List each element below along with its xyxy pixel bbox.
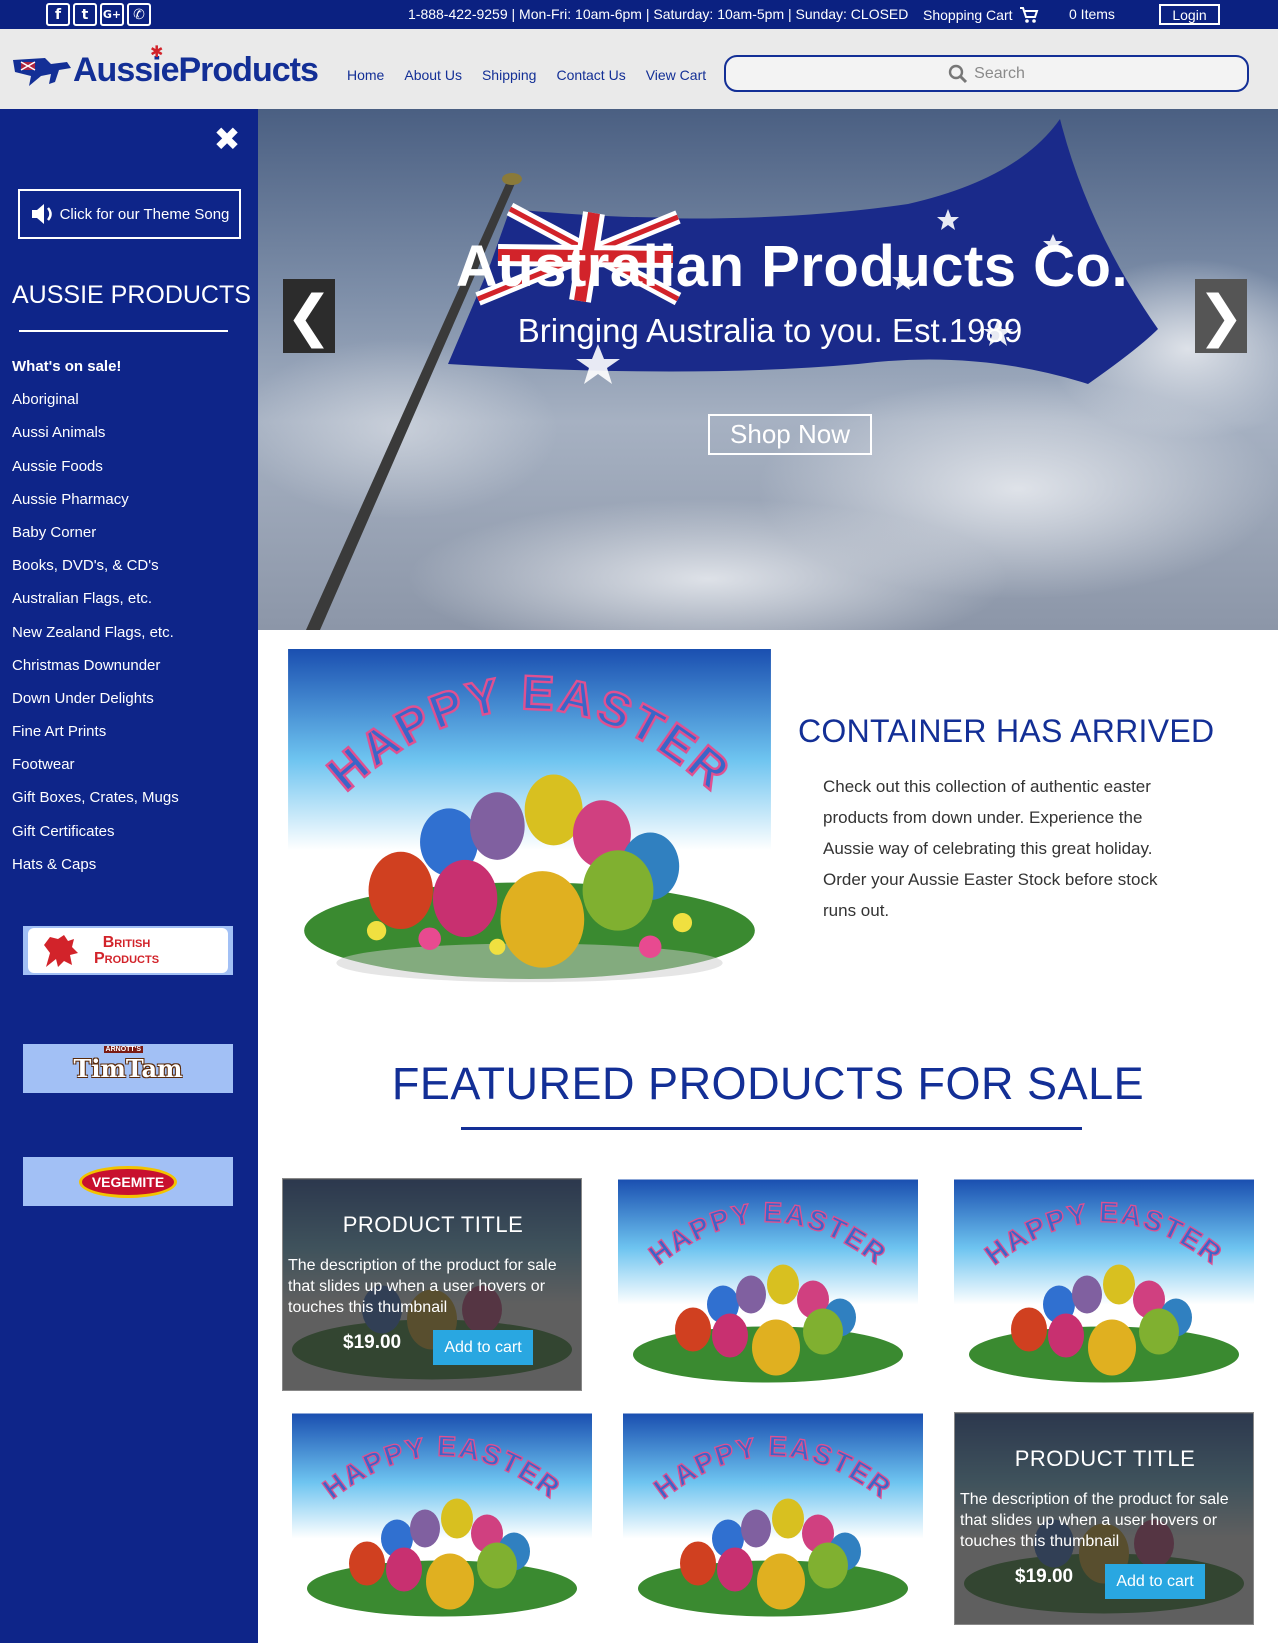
kangaroo-flag-icon	[13, 57, 71, 86]
product-price: $19.00	[1015, 1566, 1074, 1587]
container-text: Check out this collection of authentic e…	[823, 777, 1158, 920]
logo[interactable]: AussieProducts ✱	[11, 44, 319, 90]
contact-info: 1-888-422-9259 | Mon-Fri: 10am-6pm | Sat…	[408, 6, 909, 22]
main-nav: Home About Us Shipping Contact Us View C…	[347, 67, 726, 83]
product-title: PRODUCT TITLE	[342, 1212, 524, 1237]
twitter-icon[interactable]: t	[73, 3, 97, 26]
product-card[interactable]: PRODUCT TITLE The description of the pro…	[954, 1412, 1254, 1625]
sidebar-title: AUSSIE PRODUCTS	[12, 281, 251, 309]
featured-title: FEATURED PRODUCTS FOR SALE	[391, 1058, 1145, 1109]
sidebar-item-gift-boxes[interactable]: Gift Boxes, Crates, Mugs	[12, 790, 179, 823]
google-plus-icon[interactable]: G+	[100, 3, 124, 26]
sidebar-item-christmas[interactable]: Christmas Downunder	[12, 657, 179, 691]
sidebar-item-au-flags[interactable]: Australian Flags, etc.	[12, 591, 179, 624]
hero-subtitle: Bringing Australia to you. Est.1989	[517, 312, 1023, 349]
search-icon	[948, 64, 968, 83]
search-placeholder: Search	[974, 64, 1025, 82]
login-button[interactable]: Login	[1159, 4, 1220, 25]
logo-text: AussieProducts	[73, 51, 319, 89]
sidebar-item-nz-flags[interactable]: New Zealand Flags, etc.	[12, 624, 179, 658]
product-overlay: PRODUCT TITLE The description of the pro…	[282, 1178, 582, 1391]
timtam-banner[interactable]: ARNOTT'S TimTam	[23, 1044, 233, 1093]
nav-home[interactable]: Home	[347, 67, 384, 83]
shopping-cart-label: Shopping Cart	[923, 7, 1013, 23]
british-products-text: British Products	[94, 933, 160, 967]
sidebar-item-on-sale[interactable]: What's on sale!	[12, 358, 179, 392]
close-icon[interactable]: ✖	[211, 123, 243, 155]
sidebar-item-delights[interactable]: Down Under Delights	[12, 690, 179, 724]
cart-icon	[1019, 7, 1038, 23]
lion-icon	[44, 934, 78, 967]
top-bar: f t G+ ✆ 1-888-422-9259 | Mon-Fri: 10am-…	[0, 0, 1278, 29]
product-card[interactable]: HAPPY EASTER	[618, 1178, 918, 1391]
facebook-icon[interactable]: f	[46, 3, 70, 26]
header: AussieProducts ✱ Home About Us Shipping …	[0, 29, 1278, 109]
product-card[interactable]: HAPPY EASTER	[292, 1412, 592, 1625]
category-menu: What's on sale! Aboriginal Aussi Animals…	[12, 358, 179, 890]
product-title: PRODUCT TITLE	[1014, 1446, 1196, 1471]
vegemite-banner[interactable]: VEGEMITE	[23, 1157, 233, 1206]
speaker-icon	[31, 204, 52, 224]
sidebar-item-hats[interactable]: Hats & Caps	[12, 856, 179, 890]
product-thumbnail: HAPPY EASTER	[954, 1179, 1254, 1390]
sidebar-item-animals[interactable]: Aussi Animals	[12, 425, 179, 458]
product-thumbnail: HAPPY EASTER	[292, 1413, 592, 1624]
sidebar-item-aboriginal[interactable]: Aboriginal	[12, 392, 179, 425]
sidebar: ✖ Click for our Theme Song AUSSIE PRODUC…	[0, 109, 258, 1643]
sidebar-item-books[interactable]: Books, DVD's, & CD's	[12, 558, 179, 591]
product-description: The description of the product for sale …	[288, 1257, 557, 1316]
sidebar-item-footwear[interactable]: Footwear	[12, 757, 179, 790]
cart-items-count: 0 Items	[1069, 6, 1115, 22]
product-thumbnail: HAPPY EASTER	[618, 1179, 918, 1390]
whatsapp-icon[interactable]: ✆	[127, 3, 151, 26]
arnotts-label: ARNOTT'S	[103, 1046, 144, 1053]
carousel-next-icon[interactable]: ❯	[1195, 279, 1247, 353]
page: f t G+ ✆ 1-888-422-9259 | Mon-Fri: 10am-…	[0, 0, 1278, 1643]
british-line: British	[102, 933, 151, 951]
vegemite-logo: VEGEMITE	[78, 1165, 178, 1198]
hero-flag-image	[258, 119, 1278, 630]
product-card[interactable]: HAPPY EASTER	[623, 1412, 923, 1625]
shopping-cart-link[interactable]: Shopping Cart	[923, 6, 1039, 24]
sidebar-item-foods[interactable]: Aussie Foods	[12, 458, 179, 492]
search-input[interactable]: Search	[724, 55, 1249, 92]
carousel-prev-icon[interactable]: ❮	[283, 279, 335, 353]
sidebar-item-art-prints[interactable]: Fine Art Prints	[12, 724, 179, 757]
product-thumbnail: HAPPY EASTER	[623, 1413, 923, 1624]
nav-contact-us[interactable]: Contact Us	[556, 67, 625, 83]
product-price: $19.00	[343, 1332, 402, 1353]
sidebar-item-gift-certificates[interactable]: Gift Certificates	[12, 823, 179, 857]
add-to-cart-button[interactable]: Add to cart	[1105, 1564, 1205, 1599]
sidebar-divider	[19, 330, 228, 332]
product-overlay: PRODUCT TITLE The description of the pro…	[954, 1412, 1254, 1625]
timtam-logo: ARNOTT'S TimTam	[73, 1046, 183, 1083]
star-icon: ✱	[150, 44, 164, 61]
british-products-logo: British Products	[28, 928, 228, 973]
british-products-banner[interactable]: British Products	[23, 926, 233, 975]
nav-shipping[interactable]: Shipping	[482, 67, 537, 83]
product-card[interactable]: HAPPY EASTER	[954, 1178, 1254, 1391]
add-to-cart-button[interactable]: Add to cart	[433, 1330, 533, 1365]
nav-view-cart[interactable]: View Cart	[646, 67, 706, 83]
shop-now-button[interactable]: Shop Now	[708, 414, 872, 455]
products-line: Products	[94, 949, 160, 967]
nav-about-us[interactable]: About Us	[404, 67, 462, 83]
featured-divider	[461, 1127, 1082, 1130]
social-links: f t G+ ✆	[46, 3, 151, 26]
container-title: CONTAINER HAS ARRIVED	[798, 713, 1215, 749]
theme-song-label: Click for our Theme Song	[59, 205, 230, 223]
happy-easter-image: HAPPY EASTER	[285, 649, 774, 987]
sidebar-item-pharmacy[interactable]: Aussie Pharmacy	[12, 491, 179, 525]
sidebar-item-baby-corner[interactable]: Baby Corner	[12, 524, 179, 558]
hero-title: Australian Products Co.	[455, 234, 1129, 299]
easter-eggs-graphic: HAPPY EASTER	[288, 649, 771, 983]
theme-song-button[interactable]: Click for our Theme Song	[18, 189, 241, 239]
product-description: The description of the product for sale …	[960, 1491, 1229, 1550]
product-card[interactable]: PRODUCT TITLE The description of the pro…	[282, 1178, 582, 1391]
timtam-text: TimTam	[73, 1054, 183, 1083]
hero-carousel: Australian Products Co. Bringing Austral…	[258, 109, 1278, 630]
